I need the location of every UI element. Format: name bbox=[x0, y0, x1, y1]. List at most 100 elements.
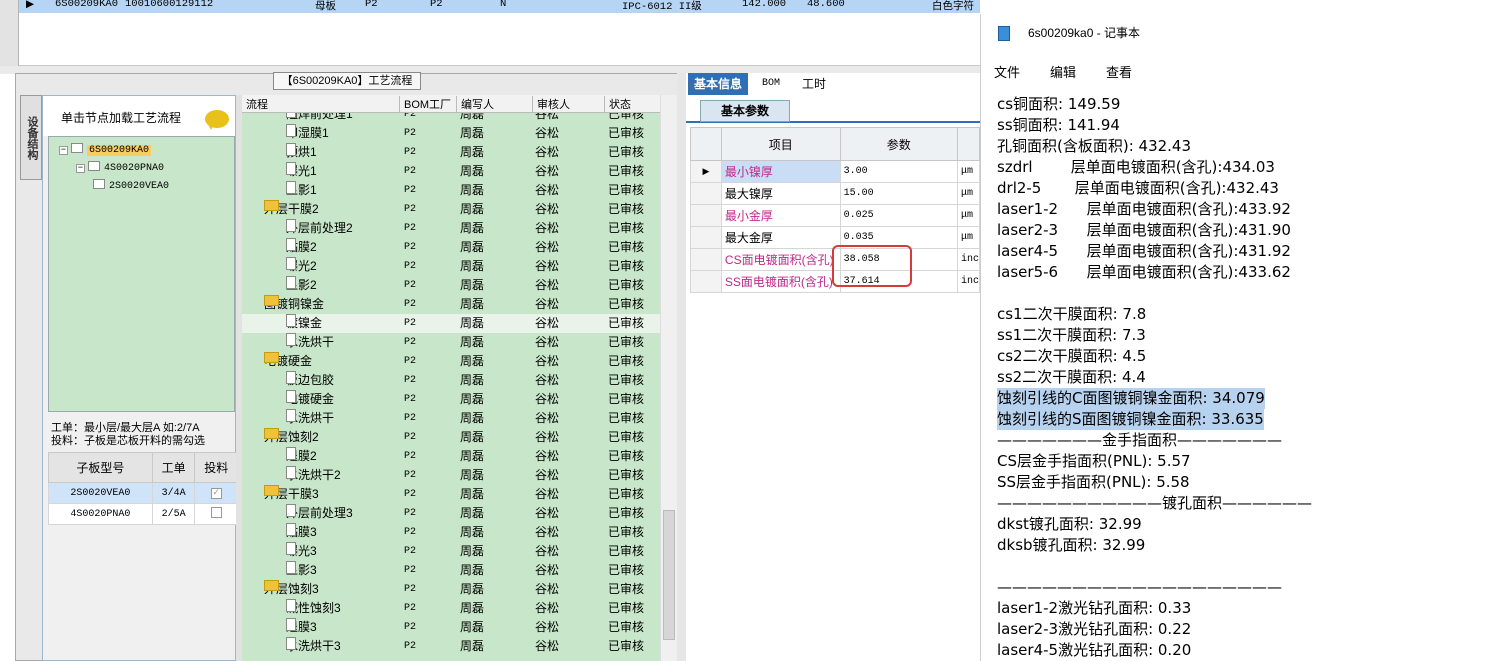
flow-row[interactable]: 贴膜2 P2 周磊 谷松 已审核 bbox=[242, 238, 660, 257]
tree-node[interactable]: − 4S0020PNA0 bbox=[76, 161, 164, 177]
menu-edit[interactable]: 编辑 bbox=[1050, 62, 1076, 81]
col-unit[interactable] bbox=[956, 127, 981, 161]
feed-checkbox[interactable] bbox=[210, 506, 222, 518]
param-row[interactable]: 最小金厚 0.025 μm bbox=[690, 204, 981, 227]
flow-row[interactable]: 外层前处理3 P2 周磊 谷松 已审核 bbox=[242, 504, 660, 523]
param-row[interactable]: 最大镍厚 15.00 μm bbox=[690, 182, 981, 205]
flow-row[interactable]: −外层蚀刻2 P2 周磊 谷松 已审核 bbox=[242, 428, 660, 447]
param-name[interactable]: 最小镍厚 bbox=[720, 160, 841, 183]
menu-view[interactable]: 查看 bbox=[1106, 62, 1132, 81]
cell-feed[interactable] bbox=[194, 503, 238, 525]
top-grid-cell[interactable]: 10010600129112 bbox=[125, 0, 213, 10]
flow-row[interactable]: 电镀硬金 P2 周磊 谷松 已审核 bbox=[242, 390, 660, 409]
flow-row[interactable]: 水洗烘干2 P2 周磊 谷松 已审核 bbox=[242, 466, 660, 485]
collapse-toggle-icon[interactable]: − bbox=[76, 164, 85, 173]
param-unit[interactable]: μm bbox=[956, 226, 981, 249]
tab-bom[interactable]: BOM bbox=[756, 73, 786, 95]
top-grid-cell[interactable]: P2 bbox=[430, 0, 443, 10]
folder-icon bbox=[264, 485, 279, 496]
col-reviewer[interactable]: 审核人 bbox=[532, 96, 604, 112]
side-tab-equipment[interactable]: 设备结构 bbox=[20, 95, 42, 180]
top-grid-cell[interactable]: IPC-6012 II级 bbox=[622, 0, 702, 13]
tab-basic-params[interactable]: 基本参数 bbox=[700, 100, 790, 122]
top-grid-cell[interactable]: 白色字符 bbox=[932, 0, 974, 13]
param-unit[interactable]: μm bbox=[956, 182, 981, 205]
param-unit[interactable]: inc bbox=[956, 248, 981, 271]
col-item[interactable]: 项目 bbox=[720, 127, 841, 161]
table-row[interactable]: 4S0020PNA0 2/5A bbox=[48, 503, 238, 525]
top-grid-selected-row[interactable]: ▶ 6S00209KA0 10010600129112 母板 P2 P2 N IPC-6012… bbox=[0, 0, 980, 13]
col-flow[interactable]: 流程 bbox=[242, 96, 399, 112]
flow-row[interactable]: 显影3 P2 周磊 谷松 已审核 bbox=[242, 561, 660, 580]
flow-grid-scrollbar[interactable] bbox=[660, 95, 677, 661]
menu-file[interactable]: 文件 bbox=[994, 62, 1020, 81]
tree-node[interactable]: − 6S00209KA0 bbox=[59, 143, 152, 159]
param-unit[interactable]: inc bbox=[956, 270, 981, 293]
param-name[interactable]: CS面电镀面积(含孔) bbox=[720, 248, 841, 271]
col-param[interactable]: 参数 bbox=[839, 127, 958, 161]
param-value[interactable]: 15.00 bbox=[839, 182, 958, 205]
col-model[interactable]: 子板型号 bbox=[48, 452, 153, 483]
flow-cell-plant: P2 bbox=[404, 147, 417, 158]
param-row[interactable]: ▶ 最小镍厚 3.00 μm bbox=[690, 160, 981, 183]
table-row[interactable]: 2S0020VEA0 3/4A ✓ bbox=[48, 482, 238, 504]
col-status[interactable]: 状态 bbox=[604, 96, 660, 112]
top-grid-cell[interactable]: P2 bbox=[365, 0, 378, 10]
flow-row[interactable]: 镀镍金 P2 周磊 谷松 已审核 bbox=[242, 314, 660, 333]
cell-order[interactable]: 3/4A bbox=[151, 482, 196, 504]
flow-row[interactable]: 外层前处理2 P2 周磊 谷松 已审核 bbox=[242, 219, 660, 238]
flow-row[interactable]: 曝光2 P2 周磊 谷松 已审核 bbox=[242, 257, 660, 276]
flow-row[interactable]: 退膜3 P2 周磊 谷松 已审核 bbox=[242, 618, 660, 637]
flow-row[interactable]: −图镀铜镍金 P2 周磊 谷松 已审核 bbox=[242, 295, 660, 314]
flow-row[interactable]: 退膜2 P2 周磊 谷松 已审核 bbox=[242, 447, 660, 466]
param-unit[interactable]: μm bbox=[956, 204, 981, 227]
flow-step-name: 曝光1 bbox=[286, 162, 317, 181]
param-value[interactable]: 3.00 bbox=[839, 160, 958, 183]
param-name[interactable]: 最大镍厚 bbox=[720, 182, 841, 205]
flow-row[interactable]: 碱性蚀刻3 P2 周磊 谷松 已审核 bbox=[242, 599, 660, 618]
flow-row[interactable]: 贴膜3 P2 周磊 谷松 已审核 bbox=[242, 523, 660, 542]
top-grid-cell[interactable]: N bbox=[500, 0, 506, 10]
param-value[interactable]: 0.025 bbox=[839, 204, 958, 227]
param-unit[interactable]: μm bbox=[956, 160, 981, 183]
col-feed[interactable]: 投料 bbox=[194, 452, 238, 483]
flow-row[interactable]: 曝光3 P2 周磊 谷松 已审核 bbox=[242, 542, 660, 561]
splitter-vertical-2[interactable] bbox=[677, 73, 686, 661]
col-order[interactable]: 工单 bbox=[151, 452, 196, 483]
tab-work-hours[interactable]: 工时 bbox=[796, 73, 832, 95]
col-writer[interactable]: 编写人 bbox=[456, 96, 532, 112]
cell-model[interactable]: 2S0020VEA0 bbox=[48, 482, 153, 504]
board-tree[interactable]: −6S00209KA0 −4S0020PNA0 2S0020VEA0 bbox=[48, 136, 235, 412]
top-grid-cell[interactable]: 母板 bbox=[315, 0, 336, 13]
cell-model[interactable]: 4S0020PNA0 bbox=[48, 503, 153, 525]
flow-row[interactable]: 显影1 P2 周磊 谷松 已审核 bbox=[242, 181, 660, 200]
tree-node[interactable]: 2S0020VEA0 bbox=[93, 179, 169, 195]
tab-basic-info[interactable]: 基本信息 bbox=[688, 73, 749, 95]
flow-row[interactable]: 显影2 P2 周磊 谷松 已审核 bbox=[242, 276, 660, 295]
param-name[interactable]: 最大金厚 bbox=[720, 226, 841, 249]
scrollbar-thumb[interactable] bbox=[663, 510, 675, 640]
flow-row[interactable]: −外层干膜3 P2 周磊 谷松 已审核 bbox=[242, 485, 660, 504]
cell-feed[interactable]: ✓ bbox=[194, 482, 238, 504]
top-grid-cell[interactable]: 48.600 bbox=[807, 0, 845, 10]
flow-row[interactable]: 曝光1 P2 周磊 谷松 已审核 bbox=[242, 162, 660, 181]
param-name[interactable]: SS面电镀面积(含孔) bbox=[720, 270, 841, 293]
flow-row[interactable]: 印湿膜1 P2 周磊 谷松 已审核 bbox=[242, 124, 660, 143]
flow-row[interactable]: 预烘1 P2 周磊 谷松 已审核 bbox=[242, 143, 660, 162]
feed-checkbox[interactable]: ✓ bbox=[210, 487, 222, 499]
flow-row[interactable]: −外层蚀刻3 P2 周磊 谷松 已审核 bbox=[242, 580, 660, 599]
cell-order[interactable]: 2/5A bbox=[151, 503, 196, 525]
flow-row[interactable]: −电镀硬金 P2 周磊 谷松 已审核 bbox=[242, 352, 660, 371]
flow-row[interactable]: 板边包胶 P2 周磊 谷松 已审核 bbox=[242, 371, 660, 390]
top-grid-cell[interactable]: 6S00209KA0 bbox=[55, 0, 118, 10]
flow-row[interactable]: −外层干膜2 P2 周磊 谷松 已审核 bbox=[242, 200, 660, 219]
collapse-toggle-icon[interactable]: − bbox=[59, 146, 68, 155]
col-bom-plant[interactable]: BOM工厂 bbox=[399, 96, 456, 112]
notepad-text-area[interactable]: cs铜面积: 149.59 ss铜面积: 141.94 孔铜面积(含板面积): 43… bbox=[997, 94, 1487, 661]
flow-row[interactable]: 阻焊前处理1 P2 周磊 谷松 已审核 bbox=[242, 113, 660, 124]
top-grid-cell[interactable]: 142.000 bbox=[742, 0, 786, 10]
param-name[interactable]: 最小金厚 bbox=[720, 204, 841, 227]
flow-row[interactable]: 水洗烘干 P2 周磊 谷松 已审核 bbox=[242, 333, 660, 352]
flow-row[interactable]: 水洗烘干3 P2 周磊 谷松 已审核 bbox=[242, 637, 660, 656]
flow-row[interactable]: 水洗烘干 P2 周磊 谷松 已审核 bbox=[242, 409, 660, 428]
